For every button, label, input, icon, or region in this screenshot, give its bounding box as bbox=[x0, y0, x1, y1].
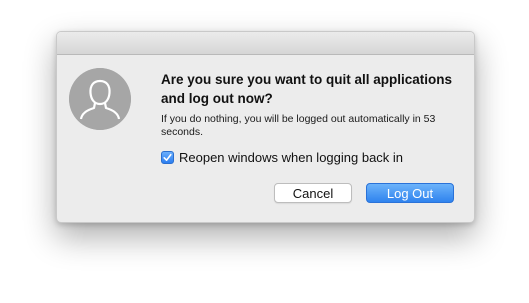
reopen-windows-checkbox[interactable] bbox=[161, 150, 174, 164]
log-out-button[interactable]: Log Out bbox=[366, 183, 454, 203]
cancel-button[interactable]: Cancel bbox=[274, 183, 352, 203]
auto-logout-message: If you do nothing, you will be logged ou… bbox=[161, 113, 436, 138]
reopen-windows-option[interactable]: Reopen windows when logging back in bbox=[161, 149, 403, 165]
logout-confirmation-dialog: Are you sure you want to quit all applic… bbox=[56, 31, 475, 223]
dialog-heading: Are you sure you want to quit all applic… bbox=[161, 72, 453, 106]
checkmark-icon bbox=[163, 153, 172, 161]
reopen-windows-label[interactable]: Reopen windows when logging back in bbox=[179, 150, 403, 165]
dialog-titlebar[interactable] bbox=[57, 32, 474, 55]
user-avatar-icon bbox=[69, 68, 131, 130]
screen-background: Are you sure you want to quit all applic… bbox=[0, 0, 529, 303]
